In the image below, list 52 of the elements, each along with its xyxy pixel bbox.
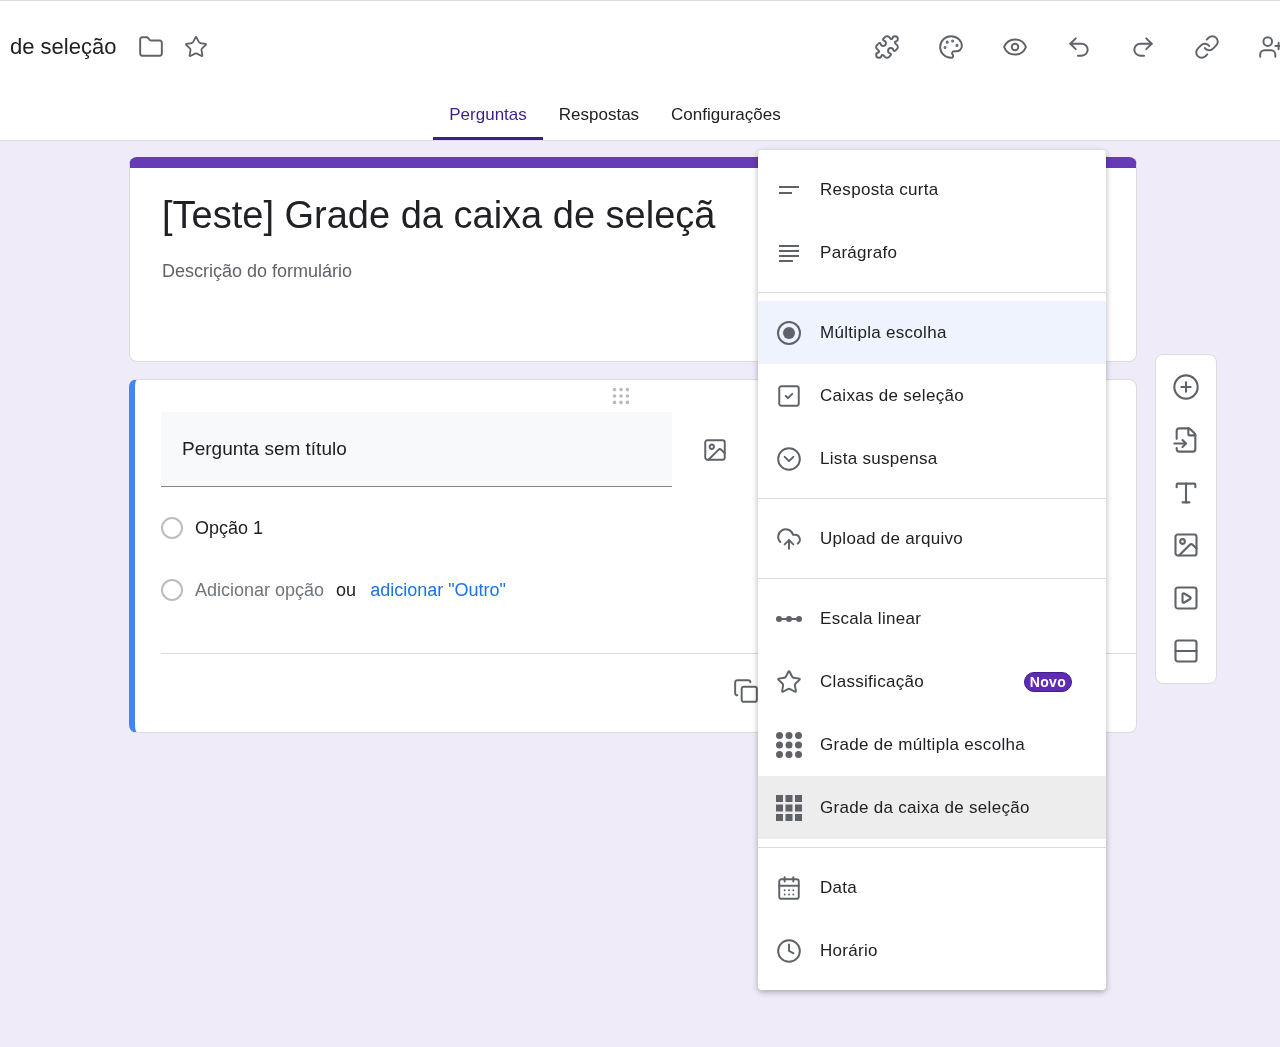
add-option-field[interactable]: Adicionar opção	[195, 579, 325, 601]
question-title-field[interactable]: Pergunta sem título	[161, 412, 672, 487]
menu-item[interactable]: Grade de múltipla escolha	[758, 713, 1106, 776]
tab[interactable]: Configurações	[655, 93, 797, 140]
form-description: Descrição do formulário	[162, 261, 354, 282]
square-grid-icon	[776, 794, 802, 821]
star-icon	[776, 668, 802, 695]
menu-item[interactable]: Caixas de seleção	[758, 364, 1106, 427]
short-lines-icon	[779, 185, 799, 194]
linear-scale-icon	[776, 615, 802, 622]
menu-item[interactable]: Classificação Novo	[758, 650, 1106, 713]
add-circle-icon[interactable]	[1172, 373, 1200, 402]
clock-icon	[776, 937, 802, 964]
menu-item[interactable]: Escala linear	[758, 587, 1106, 650]
new-badge: Novo	[1023, 671, 1072, 692]
menu-item[interactable]: Horário	[758, 919, 1106, 982]
radio-circle	[161, 579, 183, 601]
dot-grid-icon	[776, 731, 802, 758]
option-label[interactable]: Opção 1	[195, 517, 264, 539]
section-icon[interactable]	[1172, 636, 1200, 665]
image-icon[interactable]	[702, 436, 728, 463]
image-icon[interactable]	[1172, 531, 1200, 560]
folder-icon[interactable]	[138, 34, 165, 60]
or-text: ou	[336, 579, 357, 601]
menu-item[interactable]: Grade da caixa de seleção	[758, 776, 1106, 839]
star-icon[interactable]	[184, 35, 209, 59]
link-icon[interactable]	[1194, 34, 1220, 60]
calendar-icon	[776, 874, 802, 901]
video-icon[interactable]	[1172, 583, 1200, 612]
radio-icon	[776, 319, 802, 346]
menu-item[interactable]: Upload de arquivo	[758, 507, 1106, 570]
tab[interactable]: Respostas	[542, 93, 656, 140]
menu-item[interactable]: Parágrafo	[758, 221, 1106, 284]
checkbox-icon	[776, 382, 802, 409]
palette-icon[interactable]	[938, 34, 964, 60]
undo-icon[interactable]	[1066, 34, 1092, 60]
add-person-icon[interactable]	[1258, 34, 1280, 60]
chevron-circle-icon	[776, 445, 802, 472]
cloud-upload-icon	[776, 525, 802, 552]
menu-item[interactable]: Múltipla escolha	[758, 301, 1106, 364]
puzzle-icon[interactable]	[874, 34, 900, 60]
document-title: de seleção	[10, 34, 117, 60]
add-other-link[interactable]: adicionar "Outro"	[370, 579, 506, 601]
copy-icon[interactable]	[733, 678, 759, 704]
drag-handle-icon[interactable]	[610, 385, 632, 407]
menu-item[interactable]: Resposta curta	[758, 158, 1106, 221]
menu-item[interactable]: Data	[758, 856, 1106, 919]
redo-icon[interactable]	[1130, 34, 1156, 60]
form-title: [Teste] Grade da caixa de seleçã	[162, 194, 717, 237]
radio-circle	[161, 517, 183, 539]
tab[interactable]: Perguntas	[433, 93, 543, 140]
menu-item[interactable]: Lista suspensa	[758, 427, 1106, 490]
